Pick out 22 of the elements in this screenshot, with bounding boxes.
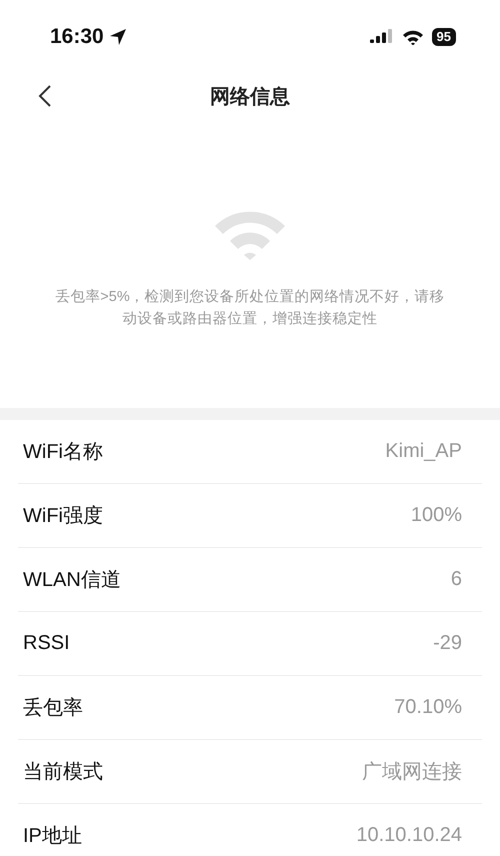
battery-level: 95 (432, 28, 456, 46)
info-label: RSSI (23, 632, 70, 655)
info-label: 当前模式 (23, 760, 103, 785)
info-value: -29 (433, 632, 462, 655)
page-title: 网络信息 (210, 84, 290, 110)
info-value: 10.10.10.24 (356, 824, 462, 847)
info-value: 广域网连接 (362, 760, 462, 785)
info-value: 100% (410, 504, 462, 527)
location-arrow-icon (108, 28, 127, 46)
back-icon[interactable] (38, 84, 52, 108)
info-label: 丢包率 (23, 696, 83, 721)
info-value: 70.10% (394, 696, 462, 719)
status-time: 16:30 (50, 25, 104, 49)
signal-icon (370, 29, 394, 45)
info-label: WiFi强度 (23, 504, 103, 529)
info-value: 6 (450, 568, 462, 591)
wifi-icon (402, 29, 424, 45)
info-label: IP地址 (23, 824, 82, 849)
info-value: Kimi_AP (385, 440, 462, 463)
info-label: WiFi名称 (23, 440, 103, 465)
info-label: WLAN信道 (23, 568, 121, 593)
network-warning-message: 丢包率>5%，检测到您设备所处位置的网络情况不好，请移动设备或路由器位置，增强连接稳定性 (54, 288, 446, 329)
